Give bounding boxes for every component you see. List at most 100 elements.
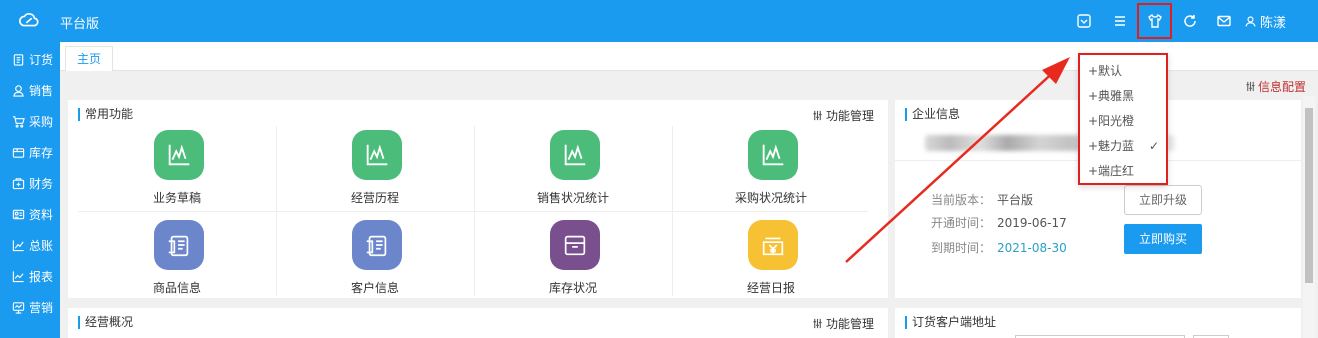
sidebar-item-label: 总账 (29, 239, 54, 253)
sidebar-item-purchase[interactable]: 采购 (0, 106, 60, 137)
function-label: 库存状况 (548, 281, 597, 295)
sidebar-item-label: 采购 (29, 115, 54, 129)
theme-option-label: +典雅黑 (1088, 89, 1135, 103)
check-icon: ✓ (1148, 139, 1159, 153)
theme-option-default[interactable]: +默认 (1088, 61, 1163, 81)
function-item-purchase-stats[interactable]: 采购状况统计 (672, 122, 870, 209)
user-name: 陈漾 (1260, 16, 1287, 31)
open-date-label: 开通时间： (931, 216, 992, 230)
theme-button-highlight (1137, 3, 1172, 39)
sliders-icon (1246, 81, 1255, 92)
function-item-daily-report[interactable]: 经营日报 (672, 212, 870, 299)
id-card-icon (352, 220, 402, 270)
order-address-panel: 订货客户端地址 (895, 308, 1301, 338)
sidebar-item-label: 营销 (29, 301, 54, 315)
function-label: 商品信息 (152, 281, 201, 295)
sidebar-item-inventory[interactable]: 库存 (0, 137, 60, 168)
sidebar-item-label: 报表 (29, 270, 54, 284)
theme-option-label: +阳光橙 (1088, 114, 1135, 128)
sidebar-item-data[interactable]: 资料 (0, 199, 60, 230)
upgrade-button[interactable]: 立即升级 (1124, 185, 1202, 215)
function-item-sales-stats[interactable]: 销售状况统计 (474, 122, 672, 209)
expire-date-value: 2021-08-30 (997, 241, 1067, 255)
version-value: 平台版 (997, 193, 1034, 207)
wallet-icon (12, 178, 25, 190)
box-icon (12, 148, 25, 158)
panel-title: 企业信息 (905, 108, 960, 121)
expire-date-row: 到期时间： 2021-08-30 (931, 239, 1067, 256)
scrollbar-thumb[interactable] (1305, 108, 1313, 283)
theme-option-blue[interactable]: +魅力蓝 ✓ (1088, 136, 1163, 156)
function-manage-label: 功能管理 (825, 317, 874, 331)
function-label: 采购状况统计 (734, 191, 807, 205)
person-icon (13, 85, 24, 97)
theme-option-black[interactable]: +典雅黑 (1088, 86, 1163, 106)
info-config-link[interactable]: 信息配置 (1245, 78, 1306, 95)
theme-option-label: +魅力蓝 (1088, 139, 1135, 153)
open-date-value: 2019-06-17 (997, 216, 1067, 230)
open-date-row: 开通时间： 2019-06-17 (931, 214, 1067, 231)
sidebar-item-label: 财务 (29, 177, 54, 191)
chart-line-icon (154, 130, 204, 180)
user-icon (1245, 16, 1256, 27)
function-item-business-draft[interactable]: 业务草稿 (78, 122, 276, 209)
function-label: 经营历程 (350, 191, 399, 205)
clipboard-icon (13, 54, 24, 66)
common-functions-panel: 常用功能 功能管理 业务草稿 经营历程 销售状况统计 采购状况统计 商品信息 客… (68, 100, 888, 298)
id-card-icon (154, 220, 204, 270)
refresh-icon[interactable] (1180, 11, 1200, 31)
sidebar-item-marketing[interactable]: 营销 (0, 292, 60, 323)
buy-now-button[interactable]: 立即购买 (1124, 224, 1202, 254)
function-manage-link[interactable]: 功能管理 (812, 315, 874, 332)
sidebar-item-finance[interactable]: 财务 (0, 168, 60, 199)
function-label: 销售状况统计 (536, 191, 609, 205)
theme-option-orange[interactable]: +阳光橙 (1088, 111, 1163, 131)
theme-option-red[interactable]: +端庄红 (1088, 161, 1163, 181)
app-title: 平台版 (60, 17, 100, 32)
panel-title: 常用功能 (78, 108, 133, 121)
sidebar-item-order[interactable]: 订货 (0, 44, 60, 75)
top-bar: 平台版 陈漾 (0, 0, 1318, 42)
chart-line-icon (748, 130, 798, 180)
sidebar-item-label: 订货 (29, 53, 54, 67)
mail-icon[interactable] (1214, 11, 1234, 31)
chart-line-icon (352, 130, 402, 180)
chart-line-icon (550, 130, 600, 180)
menu-icon[interactable] (1110, 11, 1130, 31)
cloud-logo-icon[interactable] (18, 10, 40, 32)
yen-box-icon (748, 220, 798, 270)
function-item-business-history[interactable]: 经营历程 (276, 122, 474, 209)
theme-option-label: +默认 (1088, 64, 1123, 78)
minimize-window-icon[interactable] (1074, 11, 1094, 31)
theme-option-label: +端庄红 (1088, 164, 1135, 178)
function-item-inventory-status[interactable]: 库存状况 (474, 212, 672, 299)
function-label: 客户信息 (350, 281, 399, 295)
sidebar: 订货 销售 采购 库存 财务 资料 总账 报表 营销 (0, 42, 60, 338)
sidebar-item-report[interactable]: 报表 (0, 261, 60, 292)
sliders-icon (813, 110, 822, 121)
function-item-product-info[interactable]: 商品信息 (78, 212, 276, 299)
version-row: 当前版本： 平台版 (931, 191, 1033, 208)
user-menu[interactable]: 陈漾 (1244, 12, 1286, 31)
report-icon (12, 271, 24, 283)
chart-icon (12, 240, 24, 252)
sidebar-item-label: 库存 (29, 146, 54, 160)
sidebar-item-ledger[interactable]: 总账 (0, 230, 60, 261)
version-label: 当前版本： (931, 193, 992, 207)
function-item-customer-info[interactable]: 客户信息 (276, 212, 474, 299)
tab-home[interactable]: 主页 (65, 46, 113, 71)
info-config-label: 信息配置 (1257, 80, 1306, 94)
business-overview-panel: 经营概况 功能管理 (68, 308, 888, 338)
card-icon (12, 209, 25, 220)
sidebar-item-label: 销售 (29, 84, 54, 98)
function-grid: 业务草稿 经营历程 销售状况统计 采购状况统计 商品信息 客户信息 库存状况 经… (78, 122, 868, 297)
sidebar-item-sales[interactable]: 销售 (0, 75, 60, 106)
panel-title: 经营概况 (78, 316, 133, 329)
sidebar-item-label: 资料 (29, 208, 54, 222)
function-label: 业务草稿 (152, 191, 201, 205)
sliders-icon (813, 318, 822, 329)
panel-title: 订货客户端地址 (905, 316, 996, 329)
scrollbar[interactable] (1303, 96, 1315, 338)
theme-dropdown: +默认 +典雅黑 +阳光橙 +魅力蓝 ✓ +端庄红 (1078, 53, 1168, 185)
cart-icon (12, 116, 25, 128)
